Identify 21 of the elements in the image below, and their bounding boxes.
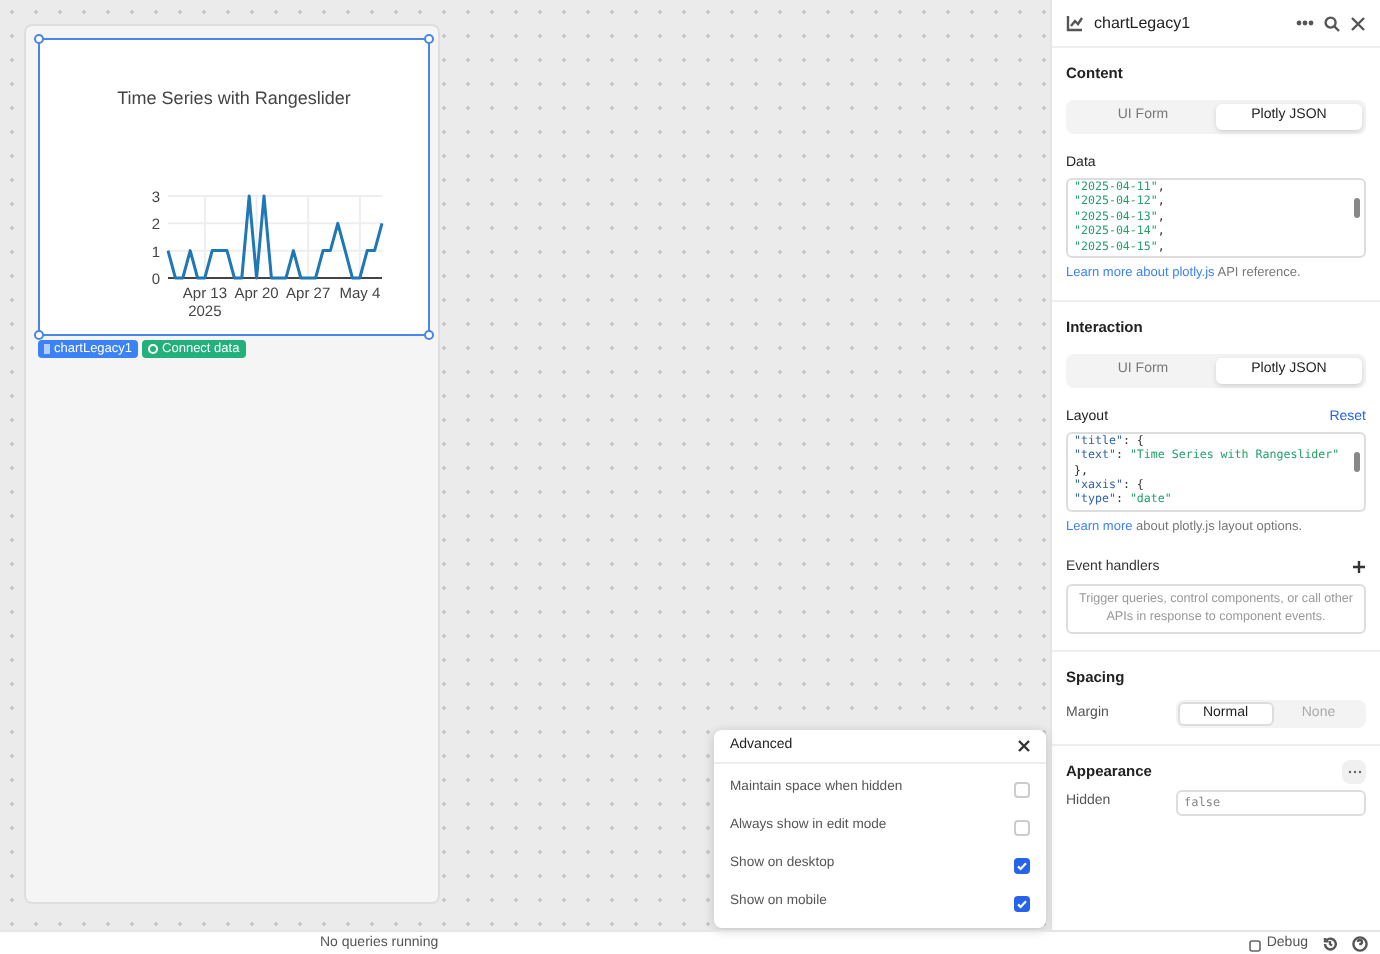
checkbox[interactable] xyxy=(1014,819,1030,835)
add-icon[interactable] xyxy=(1352,560,1366,575)
checkbox[interactable] xyxy=(1014,781,1030,797)
chart-title: Time Series with Rangeslider xyxy=(117,88,351,108)
scrollbar-thumb[interactable] xyxy=(1354,451,1360,472)
chart-icon[interactable] xyxy=(1066,14,1084,32)
checkbox[interactable] xyxy=(1014,857,1030,873)
scrollbar-thumb[interactable] xyxy=(1354,198,1360,218)
close-icon[interactable] xyxy=(1018,740,1030,752)
resize-handle[interactable] xyxy=(424,330,434,340)
close-icon[interactable] xyxy=(1350,15,1366,31)
resize-handle[interactable] xyxy=(34,34,44,44)
checkbox[interactable] xyxy=(1014,895,1030,911)
history-icon[interactable] xyxy=(1322,936,1338,953)
help-icon[interactable] xyxy=(1352,936,1368,953)
debug-icon xyxy=(1248,937,1263,952)
resize-handle[interactable] xyxy=(424,34,434,44)
database-icon xyxy=(148,344,159,354)
component-title: chartLegacy1 xyxy=(1094,11,1193,35)
search-icon[interactable] xyxy=(1324,15,1340,31)
component-icon xyxy=(44,344,50,354)
